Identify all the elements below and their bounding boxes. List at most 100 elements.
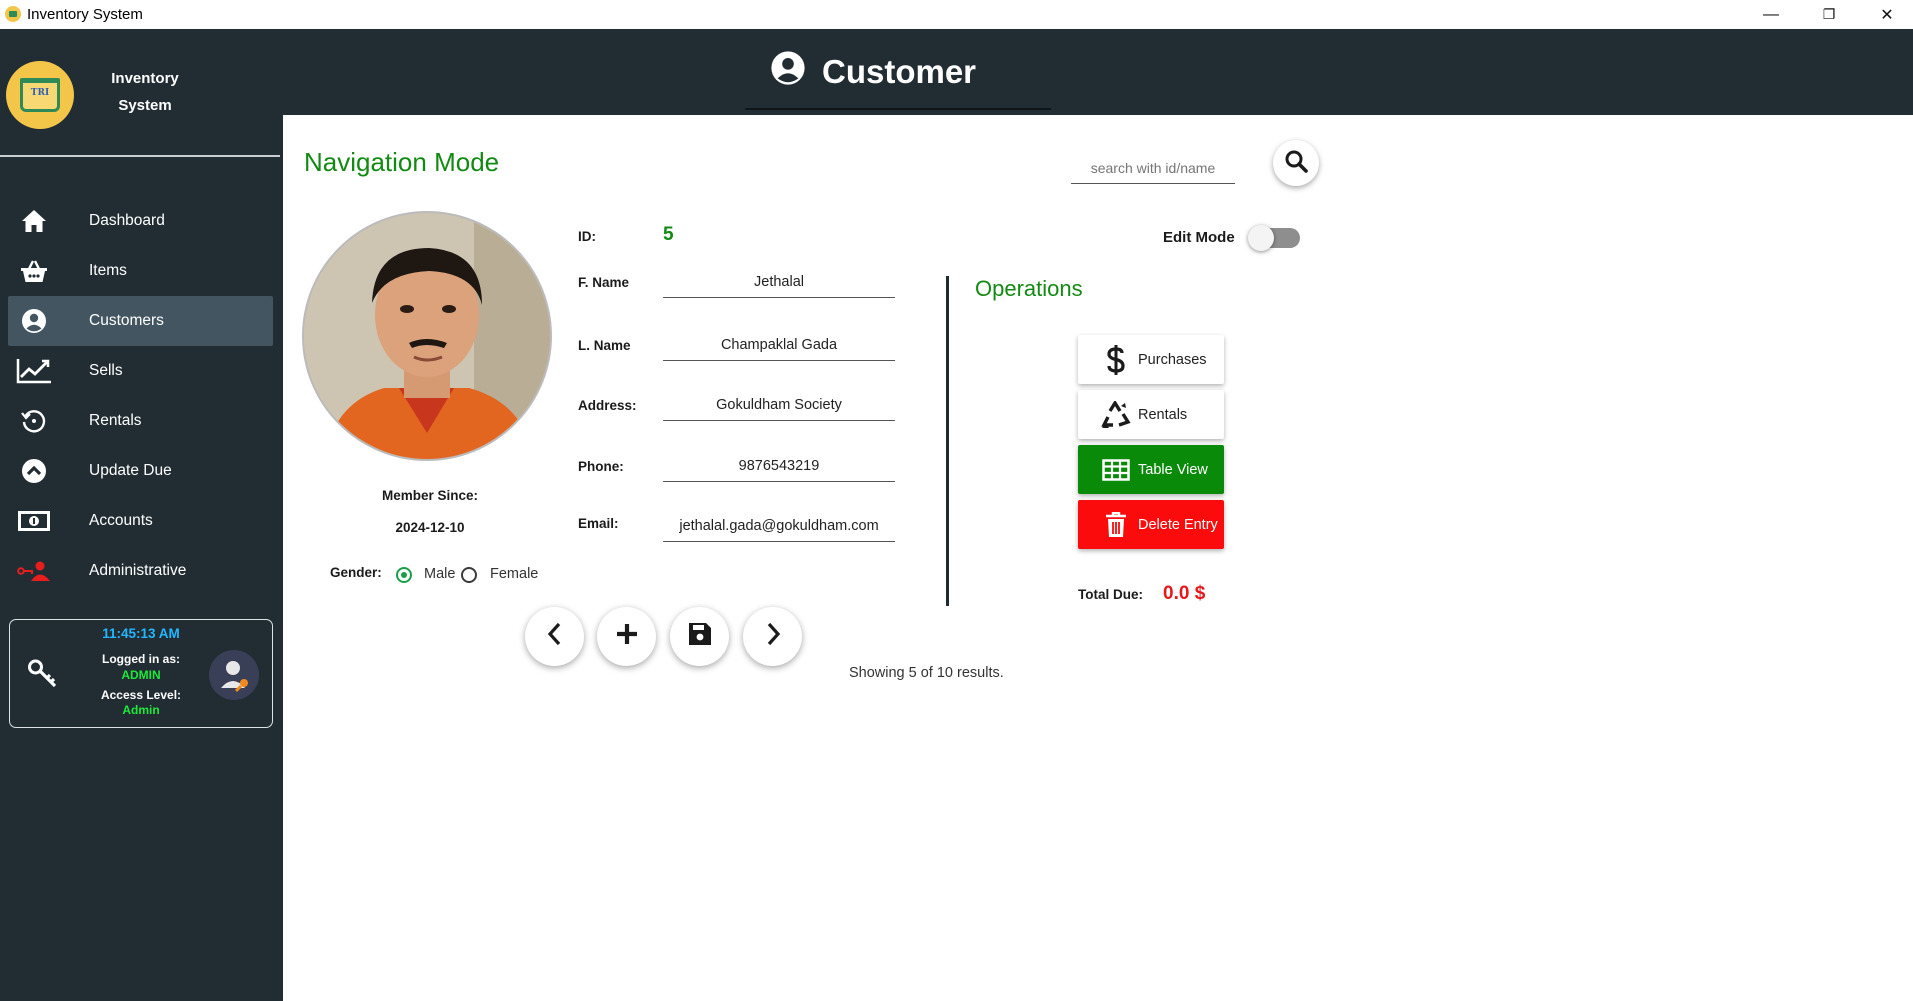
history-icon [14, 408, 54, 434]
user-circle-icon [770, 50, 822, 94]
section-divider [946, 276, 949, 606]
customer-photo [302, 211, 552, 461]
plus-icon [615, 622, 639, 651]
table-icon [1096, 458, 1136, 481]
access-level-value: Admin [122, 703, 160, 717]
purchases-label: Purchases [1138, 351, 1207, 368]
minimize-icon: — [1763, 5, 1779, 23]
close-icon: ✕ [1880, 6, 1894, 24]
sidebar-item-label: Administrative [89, 562, 187, 579]
address-label: Address: [578, 398, 637, 413]
sidebar-item-label: Sells [89, 362, 123, 379]
basket-icon [14, 259, 54, 283]
purchases-button[interactable]: Purchases [1078, 335, 1224, 384]
home-icon [14, 209, 54, 233]
rentals-label: Rentals [1138, 406, 1188, 423]
phone-field[interactable]: 9876543219 [663, 451, 895, 482]
rentals-button[interactable]: Rentals [1078, 390, 1224, 439]
session-status-panel: 11:45:13 AM Logged in as: ADMIN Access L… [9, 619, 273, 728]
header-band [283, 29, 1913, 115]
minimize-button[interactable]: — [1748, 0, 1794, 29]
brand-line-2: System [118, 97, 172, 114]
sidebar-item-update-due[interactable]: Update Due [8, 446, 273, 496]
next-button[interactable] [743, 607, 802, 666]
restore-icon: ❐ [1822, 6, 1836, 22]
sidebar-divider [0, 155, 280, 157]
operations-title: Operations [975, 276, 1083, 301]
save-icon [688, 622, 712, 651]
sidebar-item-label: Dashboard [89, 212, 165, 229]
chevron-up-circle-icon [14, 458, 54, 484]
brand-line-1: Inventory [111, 70, 179, 87]
edit-mode-toggle[interactable] [1248, 225, 1301, 251]
sidebar-item-administrative[interactable]: Administrative [8, 546, 273, 596]
clock-time: 11:45:13 AM [102, 626, 180, 641]
sidebar-item-sells[interactable]: Sells [8, 346, 273, 396]
gender-female-radio[interactable] [461, 567, 477, 583]
admin-key-icon [14, 560, 54, 582]
last-name-label: L. Name [578, 338, 631, 353]
member-since-value: 2024-12-10 [395, 520, 465, 535]
table-view-label: Table View [1138, 461, 1208, 478]
sidebar-item-items[interactable]: Items [8, 246, 273, 296]
gender-female-label: Female [490, 566, 539, 582]
edit-mode-label: Edit Mode [1163, 229, 1235, 246]
toggle-knob [1248, 225, 1274, 251]
search-input[interactable] [1071, 153, 1235, 184]
trash-icon [1096, 511, 1136, 538]
app-logo: TRI [6, 61, 74, 129]
results-count: Showing 5 of 10 results. [849, 665, 1004, 681]
delete-entry-label: Delete Entry [1138, 516, 1218, 533]
page-title-text: Customer [822, 53, 977, 90]
maximize-button[interactable]: ❐ [1806, 0, 1852, 29]
email-label: Email: [578, 516, 619, 531]
last-name-field[interactable]: Champaklal Gada [663, 330, 895, 361]
id-label: ID: [578, 229, 596, 244]
sidebar-item-label: Items [89, 262, 127, 279]
window-title: Inventory System [27, 6, 143, 23]
sidebar-item-dashboard[interactable]: Dashboard [8, 196, 273, 246]
delete-entry-button[interactable]: Delete Entry [1078, 500, 1224, 549]
title-underline [745, 108, 1051, 110]
sidebar-item-rentals[interactable]: Rentals [8, 396, 273, 446]
user-circle-icon [14, 308, 54, 334]
save-button[interactable] [670, 607, 729, 666]
search-button[interactable] [1273, 140, 1319, 186]
cart-icon: TRI [20, 78, 60, 112]
gender-male-label: Male [424, 566, 456, 582]
sidebar-item-label: Rentals [89, 412, 142, 429]
id-value: 5 [663, 224, 674, 245]
page-title: Customer [770, 50, 977, 94]
gender-label: Gender: [330, 565, 382, 580]
gender-male-radio[interactable] [396, 567, 412, 583]
sidebar-item-label: Update Due [89, 462, 172, 479]
mode-title: Navigation Mode [304, 147, 500, 177]
email-field[interactable]: jethalal.gada@gokuldham.com [663, 511, 895, 542]
window-titlebar: Inventory System — ❐ ✕ [0, 0, 1913, 30]
search-icon [1284, 149, 1308, 178]
avatar [209, 650, 259, 700]
chevron-right-icon [763, 622, 783, 651]
chevron-left-icon [545, 622, 565, 651]
recycle-icon [1096, 400, 1136, 429]
app-icon [5, 6, 21, 22]
brand-name: Inventory System [90, 65, 200, 119]
sidebar-item-label: Customers [89, 312, 164, 329]
chart-line-icon [14, 358, 54, 384]
logo-text: TRI [30, 88, 50, 98]
sidebar-item-customers[interactable]: Customers [8, 296, 273, 346]
member-since-label: Member Since: [381, 488, 479, 503]
previous-button[interactable] [525, 607, 584, 666]
sidebar-item-accounts[interactable]: Accounts [8, 496, 273, 546]
first-name-field[interactable]: Jethalal [663, 267, 895, 298]
sidebar-item-label: Accounts [89, 512, 153, 529]
dollar-icon [1096, 344, 1136, 375]
add-button[interactable] [597, 607, 656, 666]
phone-label: Phone: [578, 459, 624, 474]
close-button[interactable]: ✕ [1864, 0, 1910, 29]
money-icon [14, 509, 54, 533]
total-due-value: 0.0 $ [1163, 583, 1206, 604]
table-view-button[interactable]: Table View [1078, 445, 1224, 494]
address-field[interactable]: Gokuldham Society [663, 390, 895, 421]
first-name-label: F. Name [578, 275, 630, 290]
